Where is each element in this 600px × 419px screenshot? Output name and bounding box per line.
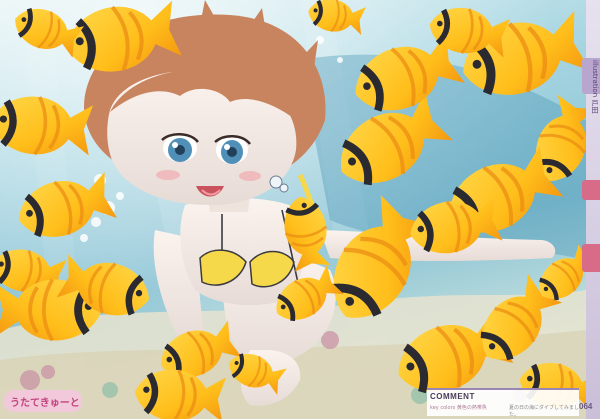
underwater-illustration xyxy=(0,0,586,419)
page-number: 064 xyxy=(579,402,593,411)
comment-title: COMMENT xyxy=(430,392,475,401)
side-marker-tab xyxy=(582,180,600,200)
illustration-page: illustration 戸田 うたてきゅーと COMMENT key colo… xyxy=(0,0,600,419)
series-logo: うたてきゅーと xyxy=(4,386,84,416)
comment-box: COMMENT key colors 黄色の熱帯魚 夏の日の海にダイブしてみまし… xyxy=(427,388,579,418)
side-label: illustration 戸田 xyxy=(591,60,599,114)
side-marker-tab xyxy=(582,244,600,272)
comment-note: 夏の日の海にダイブしてみました。 xyxy=(509,405,579,418)
comment-subtitle: key colors 黄色の熱帯魚 xyxy=(430,405,487,411)
svg-text:うたてきゅーと: うたてきゅーと xyxy=(10,397,80,409)
